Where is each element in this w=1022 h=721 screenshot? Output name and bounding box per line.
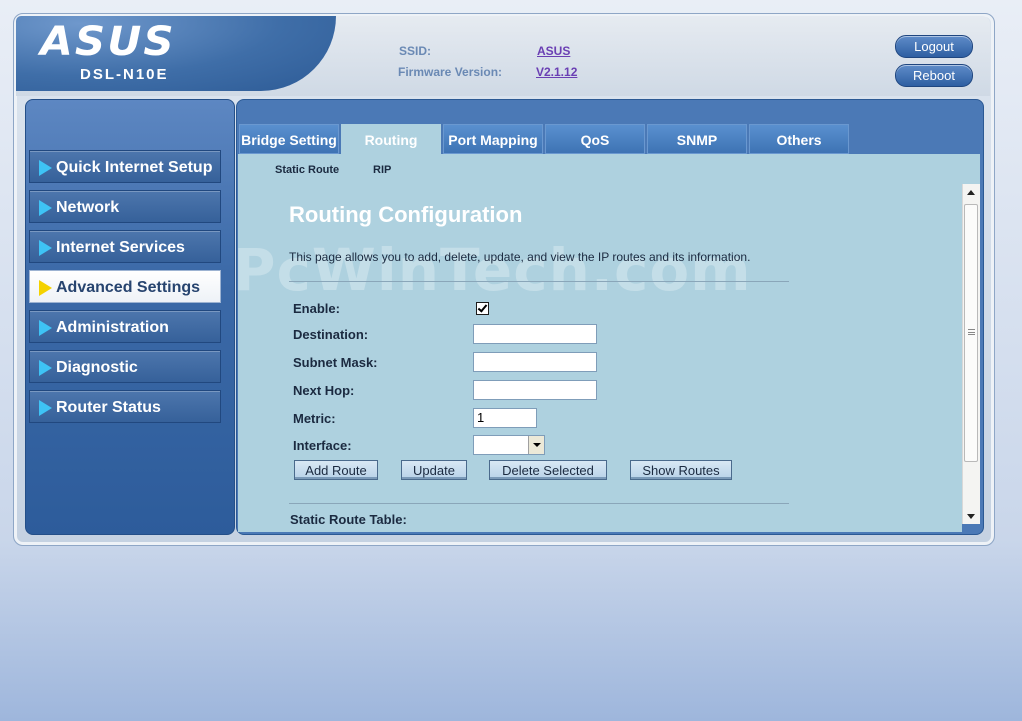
- delete-selected-button[interactable]: Delete Selected: [489, 460, 607, 480]
- sidebar-item-diagnostic[interactable]: Diagnostic: [29, 350, 221, 383]
- sidebar-item-label: Network: [56, 199, 120, 216]
- grip-icon: [968, 329, 975, 335]
- ssid-value[interactable]: ASUS: [537, 44, 570, 58]
- sidebar-item-administration[interactable]: Administration: [29, 310, 221, 343]
- subtab-bar: [238, 154, 980, 184]
- scroll-up-icon[interactable]: [967, 190, 975, 195]
- sidebar-item-internet-services[interactable]: Internet Services: [29, 230, 221, 263]
- arrow-right-icon: [39, 400, 52, 416]
- add-route-button[interactable]: Add Route: [294, 460, 378, 480]
- sidebar-item-label: Router Status: [56, 399, 161, 416]
- metric-label: Metric:: [293, 411, 336, 426]
- reboot-button[interactable]: Reboot: [895, 64, 973, 87]
- show-routes-button[interactable]: Show Routes: [630, 460, 732, 480]
- enable-label: Enable:: [293, 301, 340, 316]
- page-title: Routing Configuration: [289, 202, 523, 227]
- scrollbar-thumb[interactable]: [964, 204, 978, 462]
- subtab-rip[interactable]: RIP: [373, 164, 391, 176]
- sidebar-item-label: Administration: [56, 319, 169, 336]
- next-hop-input[interactable]: [473, 380, 597, 400]
- model-name: DSL-N10E: [80, 66, 169, 83]
- vertical-scrollbar[interactable]: [962, 184, 980, 524]
- firmware-label: Firmware Version:: [398, 65, 503, 79]
- page-description: This page allows you to add, delete, upd…: [289, 250, 751, 264]
- sidebar-item-label: Quick Internet Setup: [56, 159, 213, 176]
- tab-routing[interactable]: Routing: [341, 124, 441, 154]
- destination-label: Destination:: [293, 327, 369, 342]
- next-hop-label: Next Hop:: [293, 383, 355, 398]
- subtab-static-route[interactable]: Static Route: [275, 164, 339, 176]
- tab-qos[interactable]: QoS: [545, 124, 645, 154]
- sidebar-item-label: Advanced Settings: [56, 279, 201, 296]
- static-route-table-title: Static Route Table:: [290, 512, 407, 527]
- ssid-label: SSID:: [399, 44, 432, 58]
- logout-button[interactable]: Logout: [895, 35, 973, 58]
- arrow-right-icon: [39, 280, 52, 296]
- arrow-right-icon: [39, 320, 52, 336]
- arrow-right-icon: [39, 200, 52, 216]
- interface-select[interactable]: [473, 435, 545, 455]
- enable-checkbox[interactable]: [476, 302, 489, 315]
- firmware-value[interactable]: V2.1.12: [536, 65, 577, 79]
- destination-input[interactable]: [473, 324, 597, 344]
- subnet-mask-input[interactable]: [473, 352, 597, 372]
- interface-label: Interface:: [293, 438, 352, 453]
- divider: [289, 281, 789, 282]
- subnet-mask-label: Subnet Mask:: [293, 355, 378, 370]
- tab-snmp[interactable]: SNMP: [647, 124, 747, 154]
- sidebar-item-network[interactable]: Network: [29, 190, 221, 223]
- sidebar-item-advanced-settings[interactable]: Advanced Settings: [29, 270, 221, 303]
- arrow-right-icon: [39, 160, 52, 176]
- arrow-right-icon: [39, 240, 52, 256]
- sidebar-item-label: Internet Services: [56, 239, 185, 256]
- scroll-down-icon[interactable]: [967, 514, 975, 519]
- tab-bridge-setting[interactable]: Bridge Setting: [239, 124, 339, 154]
- metric-input[interactable]: 1: [473, 408, 537, 428]
- update-button[interactable]: Update: [401, 460, 467, 480]
- asus-logo: ASUS: [40, 19, 176, 65]
- arrow-right-icon: [39, 360, 52, 376]
- divider: [289, 503, 789, 504]
- tab-port-mapping[interactable]: Port Mapping: [443, 124, 543, 154]
- chevron-down-icon[interactable]: [528, 436, 544, 454]
- watermark: PcWinTech.com: [233, 236, 752, 304]
- sidebar-item-label: Diagnostic: [56, 359, 138, 376]
- sidebar-item-quick-internet-setup[interactable]: Quick Internet Setup: [29, 150, 221, 183]
- tab-others[interactable]: Others: [749, 124, 849, 154]
- sidebar-item-router-status[interactable]: Router Status: [29, 390, 221, 423]
